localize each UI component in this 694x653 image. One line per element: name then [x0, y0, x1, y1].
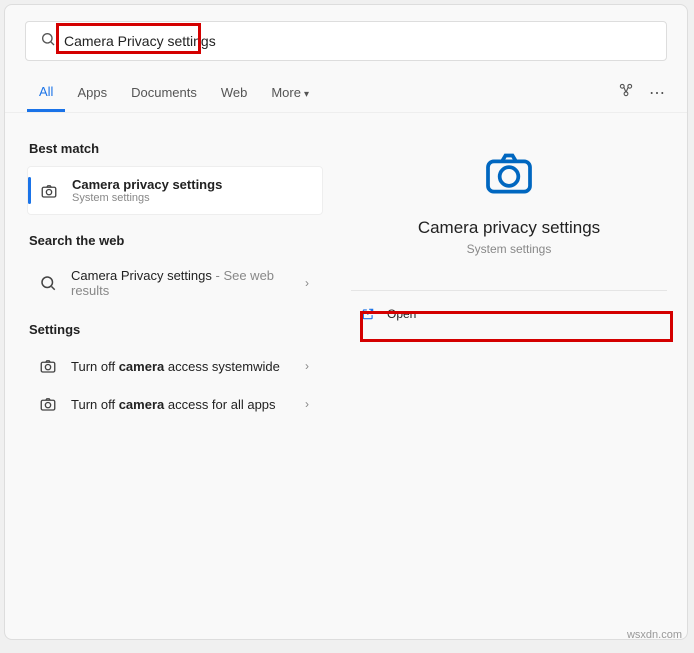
camera-icon	[38, 182, 60, 200]
content-area: Best match Camera privacy settings Syste…	[5, 113, 687, 637]
chevron-right-icon: ›	[299, 276, 315, 290]
result-setting-systemwide[interactable]: Turn off camera access systemwide ›	[27, 347, 323, 385]
chevron-right-icon: ›	[299, 359, 315, 373]
tab-all[interactable]: All	[27, 74, 65, 112]
chevron-down-icon: ▾	[304, 89, 309, 100]
result-title: Camera Privacy settings - See web result…	[71, 268, 299, 298]
watermark: wsxdn.com	[627, 629, 682, 641]
tab-web[interactable]: Web	[209, 75, 260, 110]
section-settings: Settings	[29, 322, 323, 337]
result-web[interactable]: Camera Privacy settings - See web result…	[27, 258, 323, 308]
camera-icon	[481, 145, 537, 201]
tab-more[interactable]: More▾	[259, 75, 321, 110]
search-icon	[40, 31, 56, 52]
detail-panel: Camera privacy settings System settings …	[335, 113, 687, 637]
result-best-match[interactable]: Camera privacy settings System settings	[27, 166, 323, 215]
search-icon	[37, 274, 59, 292]
result-title: Turn off camera access systemwide	[71, 359, 299, 374]
camera-icon	[37, 395, 59, 413]
detail-title: Camera privacy settings	[351, 218, 667, 238]
section-best-match: Best match	[29, 141, 323, 156]
result-subtitle: System settings	[72, 192, 314, 204]
open-action[interactable]: Open	[351, 299, 667, 329]
detail-hero: Camera privacy settings System settings	[351, 135, 667, 276]
results-panel: Best match Camera privacy settings Syste…	[5, 113, 335, 637]
open-external-icon	[361, 307, 375, 321]
result-title: Turn off camera access for all apps	[71, 397, 299, 412]
action-label: Open	[387, 307, 416, 321]
search-window: All Apps Documents Web More▾ ⋯ Best matc…	[4, 4, 688, 640]
camera-icon	[37, 357, 59, 375]
search-bar[interactable]	[25, 21, 667, 61]
detail-subtitle: System settings	[351, 242, 667, 256]
divider	[351, 290, 667, 291]
result-setting-allapps[interactable]: Turn off camera access for all apps ›	[27, 385, 323, 423]
search-input[interactable]	[64, 33, 652, 49]
filter-tabs: All Apps Documents Web More▾ ⋯	[5, 73, 687, 113]
result-title: Camera privacy settings	[72, 177, 314, 192]
tab-apps[interactable]: Apps	[65, 75, 119, 110]
share-icon[interactable]	[617, 81, 635, 104]
more-icon[interactable]: ⋯	[649, 83, 665, 103]
chevron-right-icon: ›	[299, 397, 315, 411]
tab-documents[interactable]: Documents	[119, 75, 209, 110]
section-search-web: Search the web	[29, 233, 323, 248]
